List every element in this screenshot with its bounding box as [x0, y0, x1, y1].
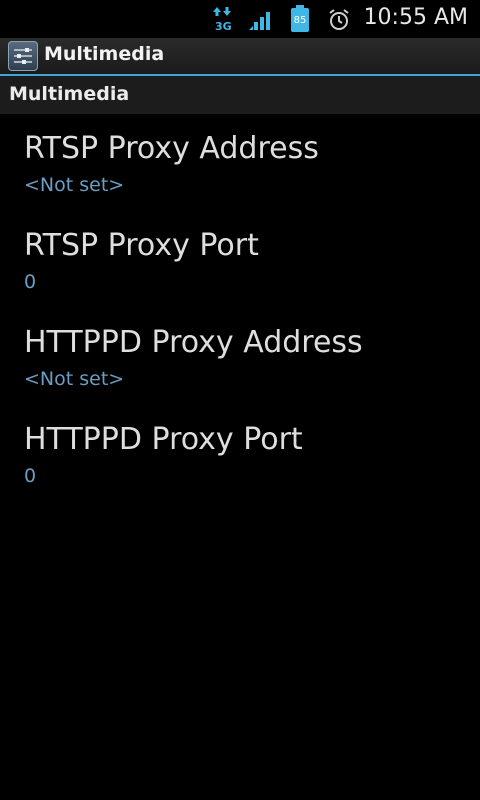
pref-title: HTTPPD Proxy Port: [24, 422, 303, 457]
pref-rtsp-proxy-port[interactable]: RTSP Proxy Port 0: [0, 211, 480, 308]
battery-icon: 85: [291, 5, 309, 32]
pref-rtsp-proxy-address[interactable]: RTSP Proxy Address <Not set>: [0, 114, 480, 211]
pref-summary: 0: [24, 465, 37, 487]
status-bar: 3G 85 10:55 AM: [0, 0, 480, 38]
status-bar-time: 10:55 AM: [363, 5, 468, 30]
app-title: Multimedia: [44, 43, 165, 65]
pref-title: HTTPPD Proxy Address: [24, 325, 363, 360]
pref-httppd-proxy-address[interactable]: HTTPPD Proxy Address <Not set>: [0, 308, 480, 405]
preference-list: RTSP Proxy Address <Not set> RTSP Proxy …: [0, 114, 480, 502]
data-transfer-icon: 3G: [213, 7, 232, 32]
alarm-clock-icon: [329, 9, 349, 30]
signal-strength-icon: [249, 12, 270, 30]
category-header: Multimedia: [0, 76, 480, 114]
pref-httppd-proxy-port[interactable]: HTTPPD Proxy Port 0: [0, 405, 480, 502]
category-title: Multimedia: [9, 83, 130, 105]
pref-summary: <Not set>: [24, 174, 125, 196]
title-bar: Multimedia: [0, 38, 480, 76]
settings-sliders-icon: [8, 41, 38, 71]
pref-summary: <Not set>: [24, 368, 125, 390]
pref-summary: 0: [24, 271, 37, 293]
pref-title: RTSP Proxy Port: [24, 228, 259, 263]
pref-title: RTSP Proxy Address: [24, 131, 319, 166]
battery-level: 85: [294, 15, 307, 26]
network-type-label: 3G: [215, 20, 232, 32]
